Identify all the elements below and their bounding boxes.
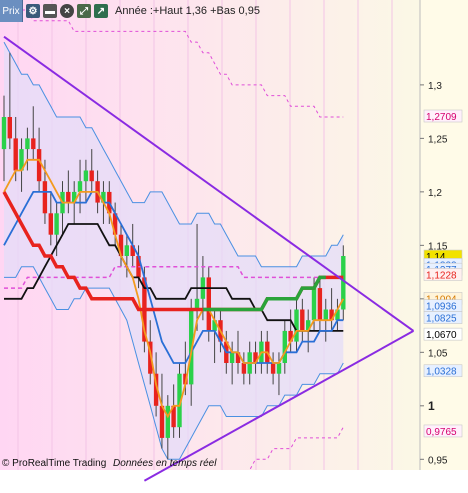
price-label-text: 1,0328 — [426, 367, 457, 378]
candle-body — [241, 363, 247, 374]
candle-body — [311, 288, 317, 321]
candle-body — [229, 352, 235, 363]
candle-body — [83, 170, 89, 182]
candle-body — [294, 309, 299, 342]
candle-body — [300, 309, 305, 331]
candle-body — [7, 117, 12, 139]
price-label-text: 1,0936 — [426, 302, 457, 313]
price-label-text: 1,0825 — [426, 314, 457, 325]
copyright-text: © ProRealTime Trading — [2, 458, 107, 469]
candle-body — [323, 309, 328, 321]
export-icon[interactable]: ↗ — [94, 4, 108, 18]
footer: © ProRealTime Trading Données en temps r… — [2, 458, 216, 469]
candle-body — [1, 117, 7, 150]
prix-tab-label: Prix — [2, 5, 20, 17]
candle-body — [206, 277, 211, 331]
price-label: 0,9765 — [423, 424, 463, 438]
price-tick-label: 1,3 — [428, 81, 442, 92]
price-label: 1,1228 — [423, 268, 463, 281]
candle-body — [317, 288, 323, 321]
chart-title: Année :+Haut 1,36 +Bas 0,95 — [115, 5, 260, 17]
candle-body — [42, 181, 48, 214]
price-tick-label: 1 — [428, 399, 435, 413]
candle-body — [165, 405, 170, 438]
candle-body — [13, 138, 18, 171]
zoom-icon[interactable]: ⤢ — [77, 4, 91, 18]
realtime-text: Données en temps réel — [113, 458, 217, 469]
candle-body — [77, 181, 83, 192]
prix-tab[interactable]: Prix — [0, 0, 23, 22]
collapse-icon[interactable]: ▬ — [43, 4, 57, 18]
price-label-text: 0,9765 — [426, 427, 457, 438]
settings-icon[interactable]: ⚙ — [26, 4, 40, 18]
price-label: 1,0825 — [423, 311, 463, 325]
candle-body — [89, 170, 94, 182]
candle-body — [276, 363, 282, 374]
candle-body — [54, 213, 59, 235]
price-label: 1,0936 — [423, 299, 463, 313]
price-tick-label: 0,95 — [428, 455, 448, 466]
price-label-text: 1,2709 — [426, 112, 457, 123]
price-label-text: 1,0670 — [426, 330, 457, 341]
close-icon[interactable]: × — [60, 4, 74, 18]
candle-body — [66, 191, 71, 203]
price-tick-label: 1,25 — [428, 134, 448, 145]
price-tick-label: 1,05 — [428, 348, 448, 359]
candle-body — [48, 213, 53, 235]
price-label: 1,0670 — [423, 327, 463, 341]
price-chart[interactable]: 1,31,251,21,151,11,0510,95 1,27091,141,1… — [0, 0, 468, 493]
candle-body — [31, 138, 36, 150]
candle-body — [36, 149, 42, 182]
price-label-text: 1,1228 — [426, 270, 457, 281]
candle-body — [124, 245, 129, 256]
chart-toolbar: Prix ⚙ ▬ × ⤢ ↗ Année :+Haut 1,36 +Bas 0,… — [0, 0, 420, 22]
candle-body — [25, 138, 30, 150]
price-label: 1,0328 — [423, 364, 463, 378]
price-tick-label: 1,2 — [428, 188, 442, 199]
price-label: 1,2709 — [423, 109, 463, 123]
candle-body — [270, 363, 276, 374]
candle-body — [282, 330, 287, 363]
